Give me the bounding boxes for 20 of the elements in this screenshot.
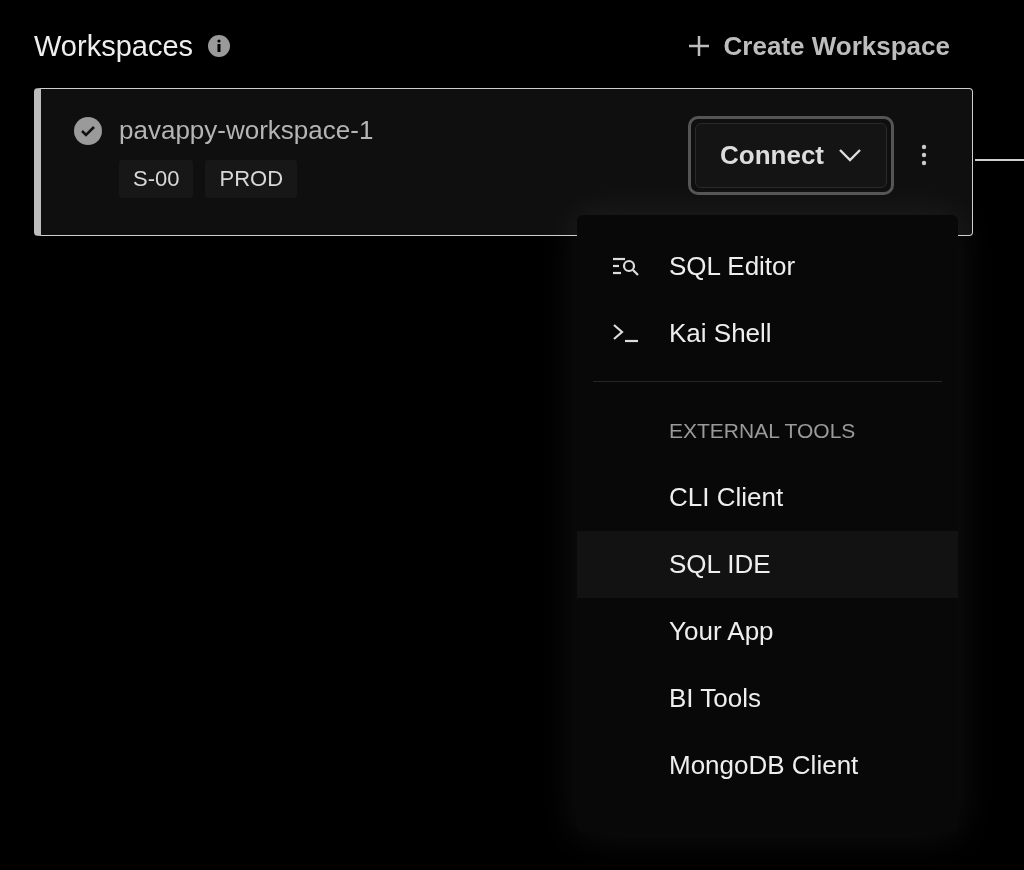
menu-item[interactable]: CLI Client — [577, 464, 958, 531]
menu-item[interactable]: SQL IDE — [577, 531, 958, 598]
info-icon[interactable] — [207, 34, 232, 58]
page-title: Workspaces — [34, 29, 194, 63]
tag: S-00 — [119, 160, 194, 198]
tag: PROD — [205, 160, 298, 198]
menu-item[interactable]: Kai Shell — [577, 300, 958, 367]
caret-icon — [838, 148, 862, 162]
search-list-icon — [611, 255, 641, 277]
terminal-icon — [611, 322, 641, 344]
menu-item[interactable]: BI Tools — [577, 665, 958, 732]
connect-button[interactable]: Connect — [688, 115, 894, 195]
more-icon[interactable] — [920, 143, 928, 167]
workspace-name: pavappy-workspace-1 — [119, 115, 374, 146]
create-workspace-button[interactable]: Create Workspace — [687, 30, 950, 62]
menu-item[interactable]: SQL Editor — [577, 233, 958, 300]
menu-item[interactable]: MongoDB Client — [577, 732, 958, 799]
plus-icon — [687, 35, 710, 57]
menu-section-heading: EXTERNAL TOOLS — [668, 418, 857, 444]
menu-item[interactable]: Your App — [577, 598, 958, 665]
